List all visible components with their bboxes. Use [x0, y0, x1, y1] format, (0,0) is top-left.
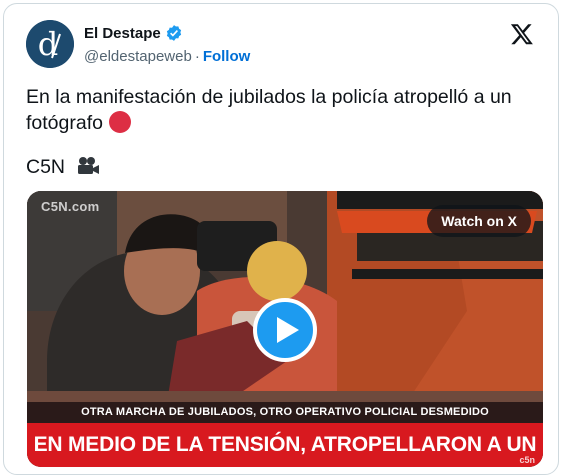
separator-dot: · — [194, 48, 200, 65]
channel-corner-mark: c5n — [519, 455, 535, 465]
red-circle-emoji — [108, 111, 131, 133]
verified-badge-icon — [166, 25, 181, 41]
el-destape-logo: d — [26, 20, 74, 68]
tweet-line-2: fotógrafo — [26, 110, 546, 136]
handle[interactable]: @eldestapeweb — [84, 48, 192, 65]
video-player[interactable]: C5N.com Watch on X OTRA MARCHA DE JUBILA… — [27, 191, 543, 467]
handle-row: @eldestapeweb · Follow — [84, 48, 250, 65]
play-icon — [277, 317, 299, 343]
video-camera-emoji — [78, 157, 100, 174]
tweet-text: En la manifestación de jubilados la poli… — [26, 84, 546, 136]
avatar[interactable]: d — [26, 20, 74, 68]
name-row: El Destape — [84, 24, 183, 42]
tweet-card[interactable]: d El Destape @eldestapeweb · Follow En la … — [3, 3, 559, 475]
watch-on-x-button[interactable]: Watch on X — [427, 205, 531, 237]
play-button[interactable] — [253, 298, 317, 362]
follow-button[interactable]: Follow — [203, 48, 251, 65]
chyron-top: OTRA MARCHA DE JUBILADOS, OTRO OPERATIVO… — [27, 402, 543, 423]
chyron-bottom: EN MEDIO DE LA TENSIÓN, ATROPELLARON A U… — [27, 423, 543, 467]
tweet-line-1: En la manifestación de jubilados la poli… — [26, 86, 512, 108]
x-logo-icon[interactable] — [510, 22, 534, 46]
credit-text: C5N — [26, 156, 66, 178]
credit-line: C5N — [26, 156, 100, 179]
video-watermark: C5N.com — [41, 199, 100, 214]
tweet-line-2-text: fotógrafo — [26, 112, 103, 134]
display-name[interactable]: El Destape — [84, 25, 161, 42]
svg-text:d: d — [38, 25, 58, 63]
